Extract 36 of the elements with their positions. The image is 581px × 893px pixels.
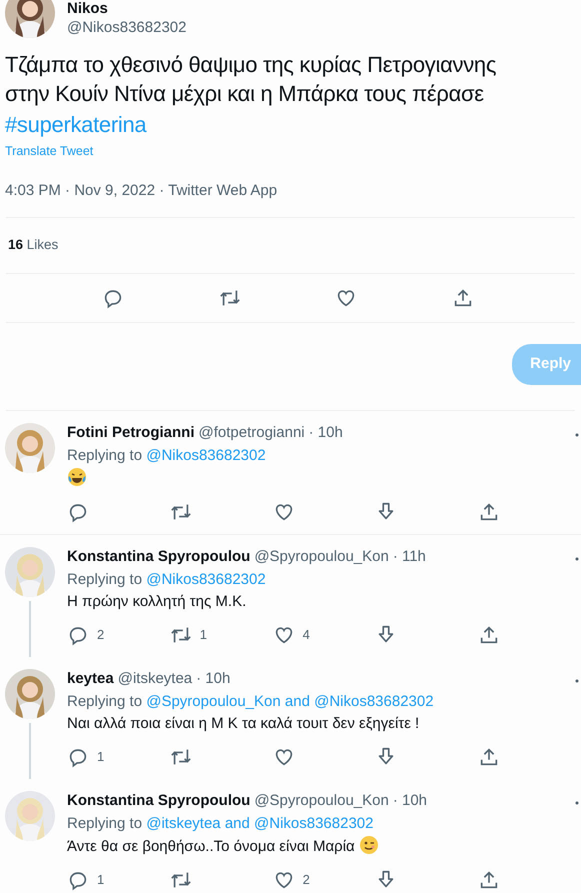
- more-icon[interactable]: [575, 433, 579, 437]
- action-count: 2: [302, 871, 310, 890]
- reply-author-name[interactable]: Konstantina Spyropoulou: [67, 791, 250, 810]
- reply-author-name[interactable]: Fotini Petrogianni: [67, 423, 194, 442]
- reply-handle[interactable]: @Spyropoulou_Kon: [254, 791, 389, 810]
- reply-handle[interactable]: @itskeytea: [118, 669, 192, 688]
- replying-label: Replying to: [67, 693, 142, 710]
- replying-label: Replying to: [67, 815, 142, 832]
- author-name: Nikos: [67, 0, 109, 18]
- action-count: 1: [97, 871, 104, 890]
- likes-count[interactable]: 16 Likes: [8, 235, 58, 256]
- reply-time: · 10h: [308, 423, 343, 442]
- action-count: 4: [302, 626, 310, 644]
- more-icon[interactable]: [575, 801, 579, 805]
- reply-text: Ναι αλλά ποια είναι η Μ Κ τα καλά τουιτ δεν εξηγείτε !: [67, 715, 420, 732]
- tweet-text: Τζάμπα το χθεσινό θαψιμο της κυρίας Πετρογιαννης στην Κουίν Ντίνα μέχρι και η Μπάρκα τους πέρασε: [4, 51, 498, 108]
- reply-time: · 11h: [392, 547, 426, 566]
- reply-handle[interactable]: @Spyropoulou_Kon: [254, 547, 389, 566]
- reply-time: · 10h: [196, 669, 230, 688]
- action-count: 1: [97, 748, 104, 766]
- more-icon[interactable]: [575, 679, 579, 683]
- conjunction-text: and: [284, 693, 310, 710]
- action-count: 1: [200, 626, 208, 644]
- tweet-timestamp: 4:03 PM · Nov 9, 2022 · Twitter Web App: [4, 181, 278, 201]
- action-count: 2: [97, 626, 104, 644]
- reply-author-name[interactable]: keytea: [67, 669, 114, 688]
- author-handle: @Nikos83682302: [67, 18, 186, 38]
- replying-label: Replying to: [67, 447, 142, 464]
- reply-author-name[interactable]: Konstantina Spyropoulou: [67, 547, 250, 566]
- replying-label: Replying to: [67, 571, 142, 588]
- reply-handle[interactable]: @fotpetrogianni: [198, 423, 305, 442]
- reply-time: · 10h: [392, 791, 428, 810]
- reply-text: Άντε θα σε βοηθήσω..Το όνομα είναι Μαρία: [67, 838, 355, 855]
- conjunction-text: and: [224, 815, 250, 832]
- reply-text: Η πρώην κολλητή της Μ.Κ.: [67, 593, 246, 610]
- more-icon[interactable]: [575, 557, 579, 561]
